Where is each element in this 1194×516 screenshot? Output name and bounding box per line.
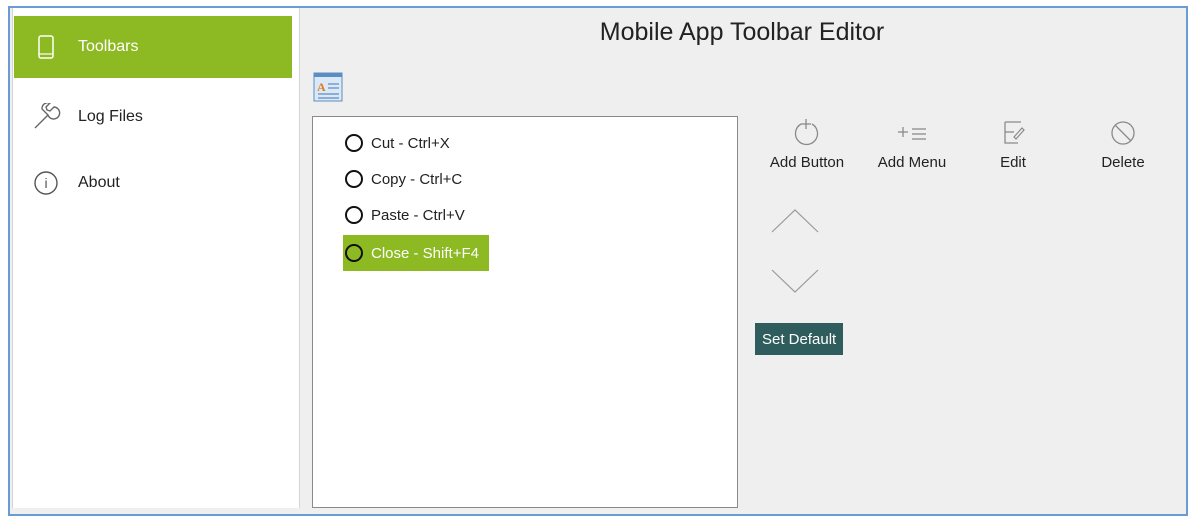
list-item[interactable]: Paste - Ctrl+V (343, 197, 475, 233)
sidebar-item-toolbars[interactable]: Toolbars (14, 16, 292, 78)
move-down-button[interactable] (770, 266, 820, 301)
sidebar-item-log-files[interactable]: Log Files (14, 86, 292, 148)
add-button-button[interactable]: Add Button (757, 116, 857, 171)
delete-button[interactable]: Delete (1073, 116, 1173, 171)
list-item-label: Copy - Ctrl+C (371, 170, 463, 188)
radio-button[interactable] (345, 134, 363, 152)
list-item-selected[interactable]: Close - Shift+F4 (343, 235, 489, 271)
add-menu-button[interactable]: Add Menu (862, 116, 962, 171)
phone-icon (14, 35, 78, 59)
add-button-label: Add Button (769, 154, 845, 171)
sidebar-item-about[interactable]: i About (14, 152, 292, 214)
svg-text:A: A (317, 80, 326, 94)
edit-button[interactable]: Edit (963, 116, 1063, 171)
toolbar-item-list[interactable]: Cut - Ctrl+X Copy - Ctrl+C Paste - Ctrl+… (312, 116, 738, 508)
svg-text:i: i (44, 175, 47, 191)
edit-label: Edit (1000, 154, 1026, 171)
sidebar-item-label: Log Files (78, 108, 143, 125)
info-icon: i (14, 170, 78, 196)
chevron-up-icon (771, 209, 819, 233)
wrench-icon (14, 103, 78, 131)
sidebar (12, 8, 300, 508)
delete-icon (1111, 121, 1135, 145)
sidebar-item-label: Toolbars (78, 38, 139, 55)
delete-label: Delete (1101, 154, 1145, 171)
move-up-button[interactable] (770, 206, 820, 241)
list-item-label: Cut - Ctrl+X (371, 134, 450, 152)
list-item[interactable]: Copy - Ctrl+C (343, 161, 472, 197)
edit-icon (1004, 121, 1025, 144)
list-item[interactable]: Cut - Ctrl+X (343, 125, 460, 161)
radio-button[interactable] (345, 170, 363, 188)
add-menu-icon (898, 127, 926, 140)
sidebar-item-label: About (78, 174, 120, 191)
add-button-icon (794, 119, 819, 146)
list-item-label: Paste - Ctrl+V (371, 206, 465, 224)
radio-button[interactable] (345, 206, 363, 224)
page-title: Mobile App Toolbar Editor (599, 18, 885, 46)
chevron-down-icon (771, 269, 819, 293)
document-icon[interactable]: A (312, 70, 344, 104)
set-default-button[interactable]: Set Default (755, 323, 844, 355)
add-menu-label: Add Menu (877, 154, 947, 171)
radio-button[interactable] (345, 244, 363, 262)
list-item-label: Close - Shift+F4 (371, 244, 479, 262)
